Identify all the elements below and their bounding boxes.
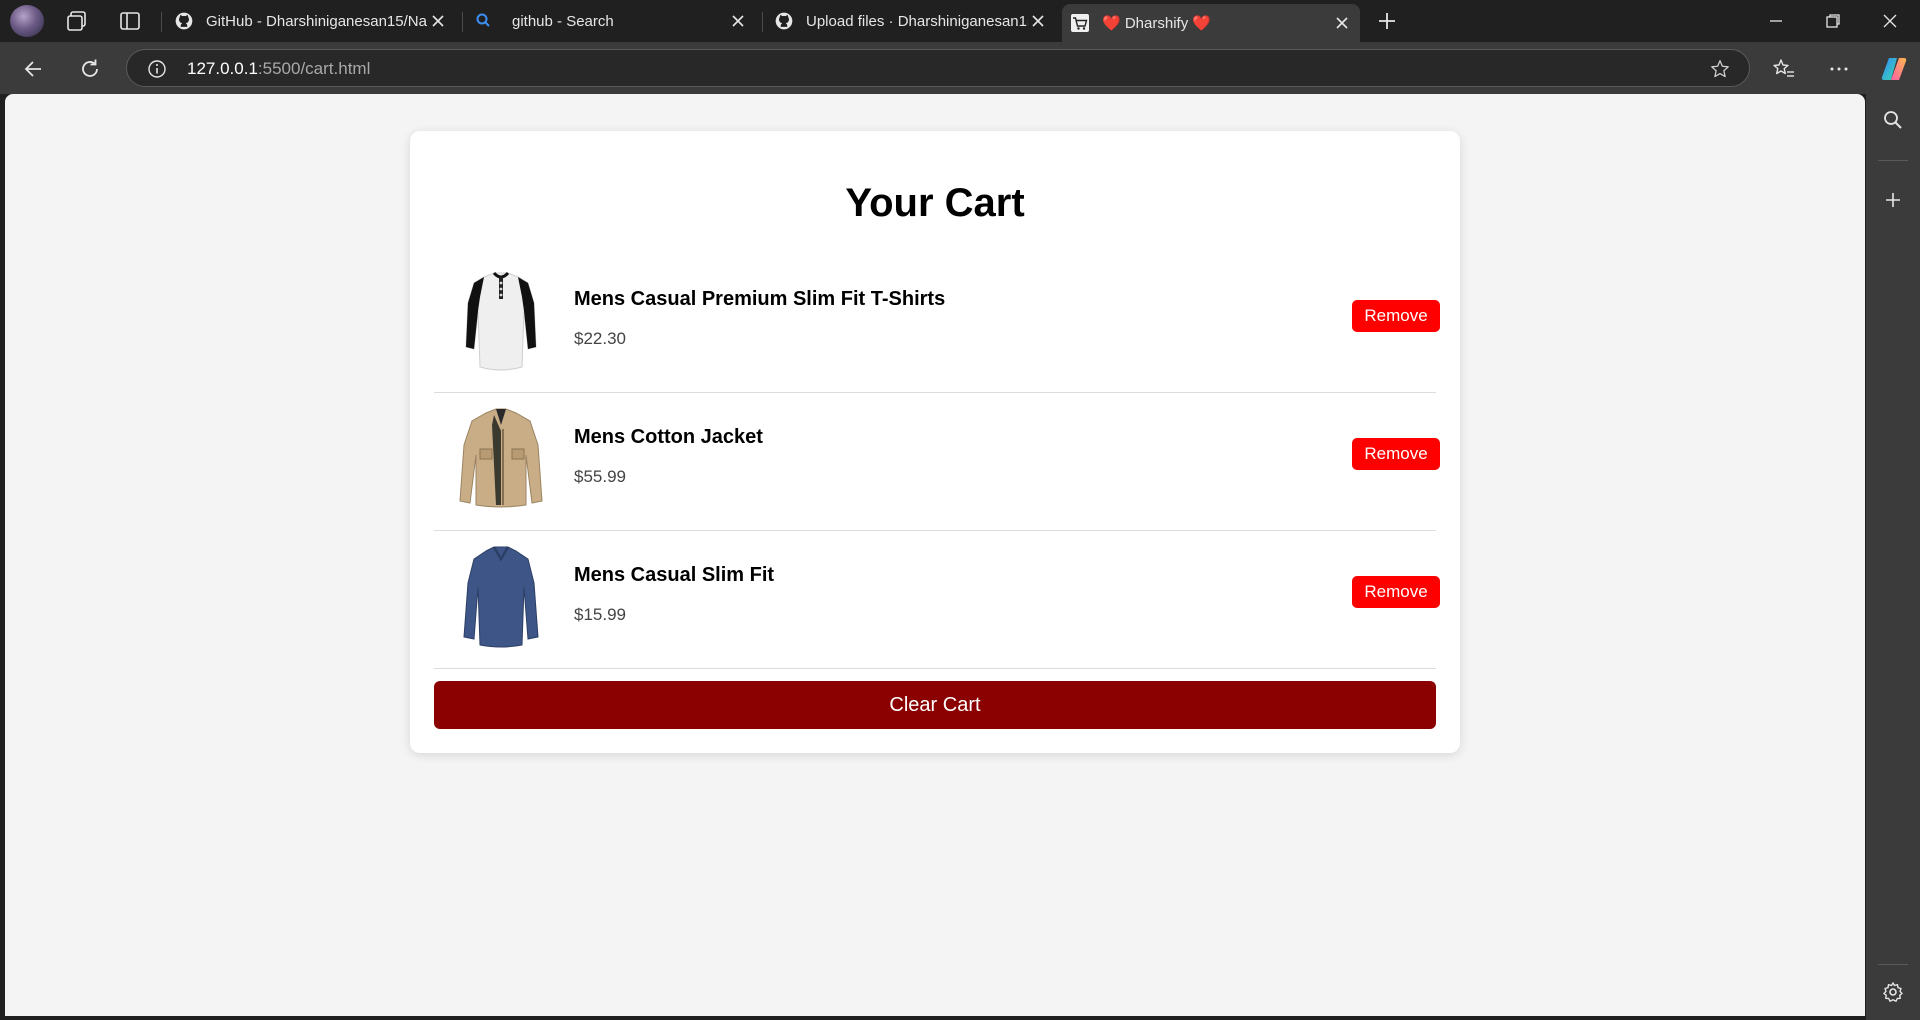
cart-item: Mens Casual Premium Slim Fit T-Shirts $2… [434,255,1440,393]
address-bar[interactable]: 127.0.0.1:5500/cart.html [126,49,1750,87]
page-viewport: Your Cart Mens Casual Premium Slim Fit T… [5,94,1865,1016]
product-image-slim-fit-shirt[interactable] [456,543,546,651]
add-icon[interactable] [1881,188,1905,212]
cart-title: Your Cart [845,181,1025,225]
tab-github-search[interactable]: github - Search [466,0,756,42]
workspaces-icon[interactable] [65,9,89,33]
url-text[interactable]: 127.0.0.1:5500/cart.html [187,59,370,79]
refresh-icon[interactable] [77,56,103,82]
vertical-tabs-icon[interactable] [118,9,142,33]
remove-button[interactable]: Remove [1352,300,1440,332]
copilot-icon[interactable] [1879,54,1909,84]
cart-container: Your Cart Mens Casual Premium Slim Fit T… [410,131,1460,753]
product-image-henley-tshirt[interactable] [456,267,546,375]
restore-icon[interactable] [1821,9,1845,33]
more-options-icon[interactable] [1826,56,1852,82]
settings-gear-icon[interactable] [1881,980,1905,1004]
remove-button[interactable]: Remove [1352,438,1440,470]
cart-item: Mens Cotton Jacket $55.99 Remove [434,393,1440,531]
window-close-icon[interactable] [1878,9,1902,33]
close-icon[interactable] [728,11,748,31]
favorite-star-icon[interactable] [1709,58,1731,80]
favorites-icon[interactable] [1771,56,1797,82]
browser-sidebar [1866,94,1920,1020]
cart-icon [1071,14,1089,32]
product-name: Mens Casual Premium Slim Fit T-Shirts [574,288,946,310]
remove-button[interactable]: Remove [1352,576,1440,608]
search-icon[interactable] [1881,108,1905,132]
tab-title: GitHub - Dharshiniganesan15/Na [206,12,427,30]
tab-bar: GitHub - Dharshiniganesan15/Na github - … [0,0,1920,42]
tab-upload-files[interactable]: Upload files · Dharshiniganesan15 [766,0,1056,42]
tab-dharshify[interactable]: ❤️ Dharshify ❤️ [1062,4,1360,42]
product-price: $15.99 [574,605,626,624]
github-icon [775,12,793,30]
new-tab-icon[interactable] [1375,9,1399,33]
site-info-icon[interactable] [147,59,167,79]
navigation-bar: 127.0.0.1:5500/cart.html [0,42,1920,94]
product-name: Mens Casual Slim Fit [574,564,775,586]
url-path: :5500/cart.html [257,59,371,78]
tab-title: Upload files · Dharshiniganesan15 [806,12,1028,30]
clear-cart-button[interactable]: Clear Cart [434,681,1436,729]
cart-item: Mens Casual Slim Fit $15.99 Remove [434,531,1440,669]
back-icon[interactable] [21,56,47,82]
tab-title: ❤️ Dharshify ❤️ [1102,15,1212,32]
url-host: 127.0.0.1 [187,59,258,78]
close-icon[interactable] [1028,11,1048,31]
minimize-icon[interactable] [1764,9,1788,33]
tab-github-repo[interactable]: GitHub - Dharshiniganesan15/Na [166,0,456,42]
search-icon [476,13,490,27]
github-icon [175,12,193,30]
product-price: $22.30 [574,329,626,348]
close-icon[interactable] [428,11,448,31]
product-name: Mens Cotton Jacket [574,426,763,448]
close-icon[interactable] [1332,13,1352,33]
product-price: $55.99 [574,467,626,486]
product-image-cotton-jacket[interactable] [456,405,546,513]
profile-avatar[interactable] [10,5,44,37]
tab-title: github - Search [512,12,614,30]
